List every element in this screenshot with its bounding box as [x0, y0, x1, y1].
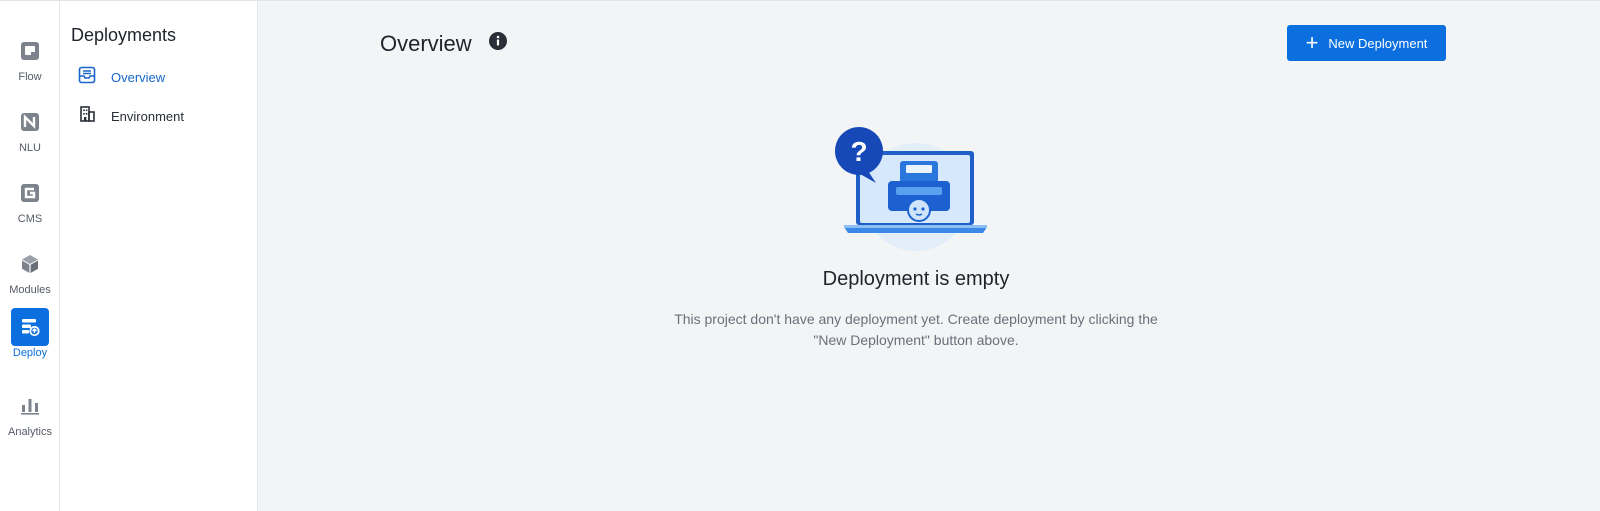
rail-label-nlu: NLU	[18, 142, 41, 154]
rail-label-modules: Modules	[9, 284, 51, 296]
icon-rail: Flow NLU CMS Modules Deploy Analytics	[0, 1, 60, 511]
rail-item-deploy[interactable]: Deploy	[0, 308, 60, 372]
question-mark: ?	[850, 136, 867, 167]
empty-state-illustration: ?	[832, 123, 994, 255]
rail-item-cms[interactable]: CMS	[0, 174, 60, 238]
new-deployment-label: New Deployment	[1328, 35, 1428, 51]
cms-icon	[11, 174, 49, 212]
sidebar-label-overview: Overview	[111, 69, 166, 85]
nlu-icon	[11, 103, 49, 141]
plus-icon: +	[1305, 30, 1319, 55]
rail-item-flow[interactable]: Flow	[0, 32, 60, 96]
new-deployment-button[interactable]: + New Deployment	[1287, 25, 1446, 61]
sidebar-item-overview[interactable]: Overview	[78, 65, 248, 89]
info-icon[interactable]	[489, 32, 507, 50]
rail-label-cms: CMS	[17, 213, 43, 225]
page-title: Overview	[380, 31, 472, 56]
main-content: Overview + New Deployment ? Deployment i…	[258, 1, 1600, 511]
cube-icon	[11, 245, 49, 283]
sidebar-title: Deployments	[71, 25, 177, 45]
deploy-icon	[11, 308, 49, 346]
rail-label-deploy: Deploy	[12, 347, 48, 359]
rail-item-modules[interactable]: Modules	[0, 245, 60, 309]
sidebar-item-environment[interactable]: Environment	[78, 104, 248, 128]
flow-icon	[11, 32, 49, 70]
rail-item-analytics[interactable]: Analytics	[0, 387, 60, 451]
empty-state-title: Deployment is empty	[822, 268, 1010, 290]
bar-chart-icon	[11, 387, 49, 425]
deployments-sidebar: Deployments Overview Environment	[60, 1, 258, 511]
rail-label-flow: Flow	[18, 71, 42, 83]
inbox-icon	[78, 66, 96, 89]
app-window: Flow NLU CMS Modules Deploy Analytics De…	[0, 0, 1600, 511]
rail-item-nlu[interactable]: NLU	[0, 103, 60, 167]
sidebar-label-environment: Environment	[111, 108, 184, 124]
building-icon	[78, 105, 96, 128]
empty-state-description: This project don't have any deployment y…	[674, 311, 1158, 348]
rail-label-analytics: Analytics	[7, 426, 53, 438]
